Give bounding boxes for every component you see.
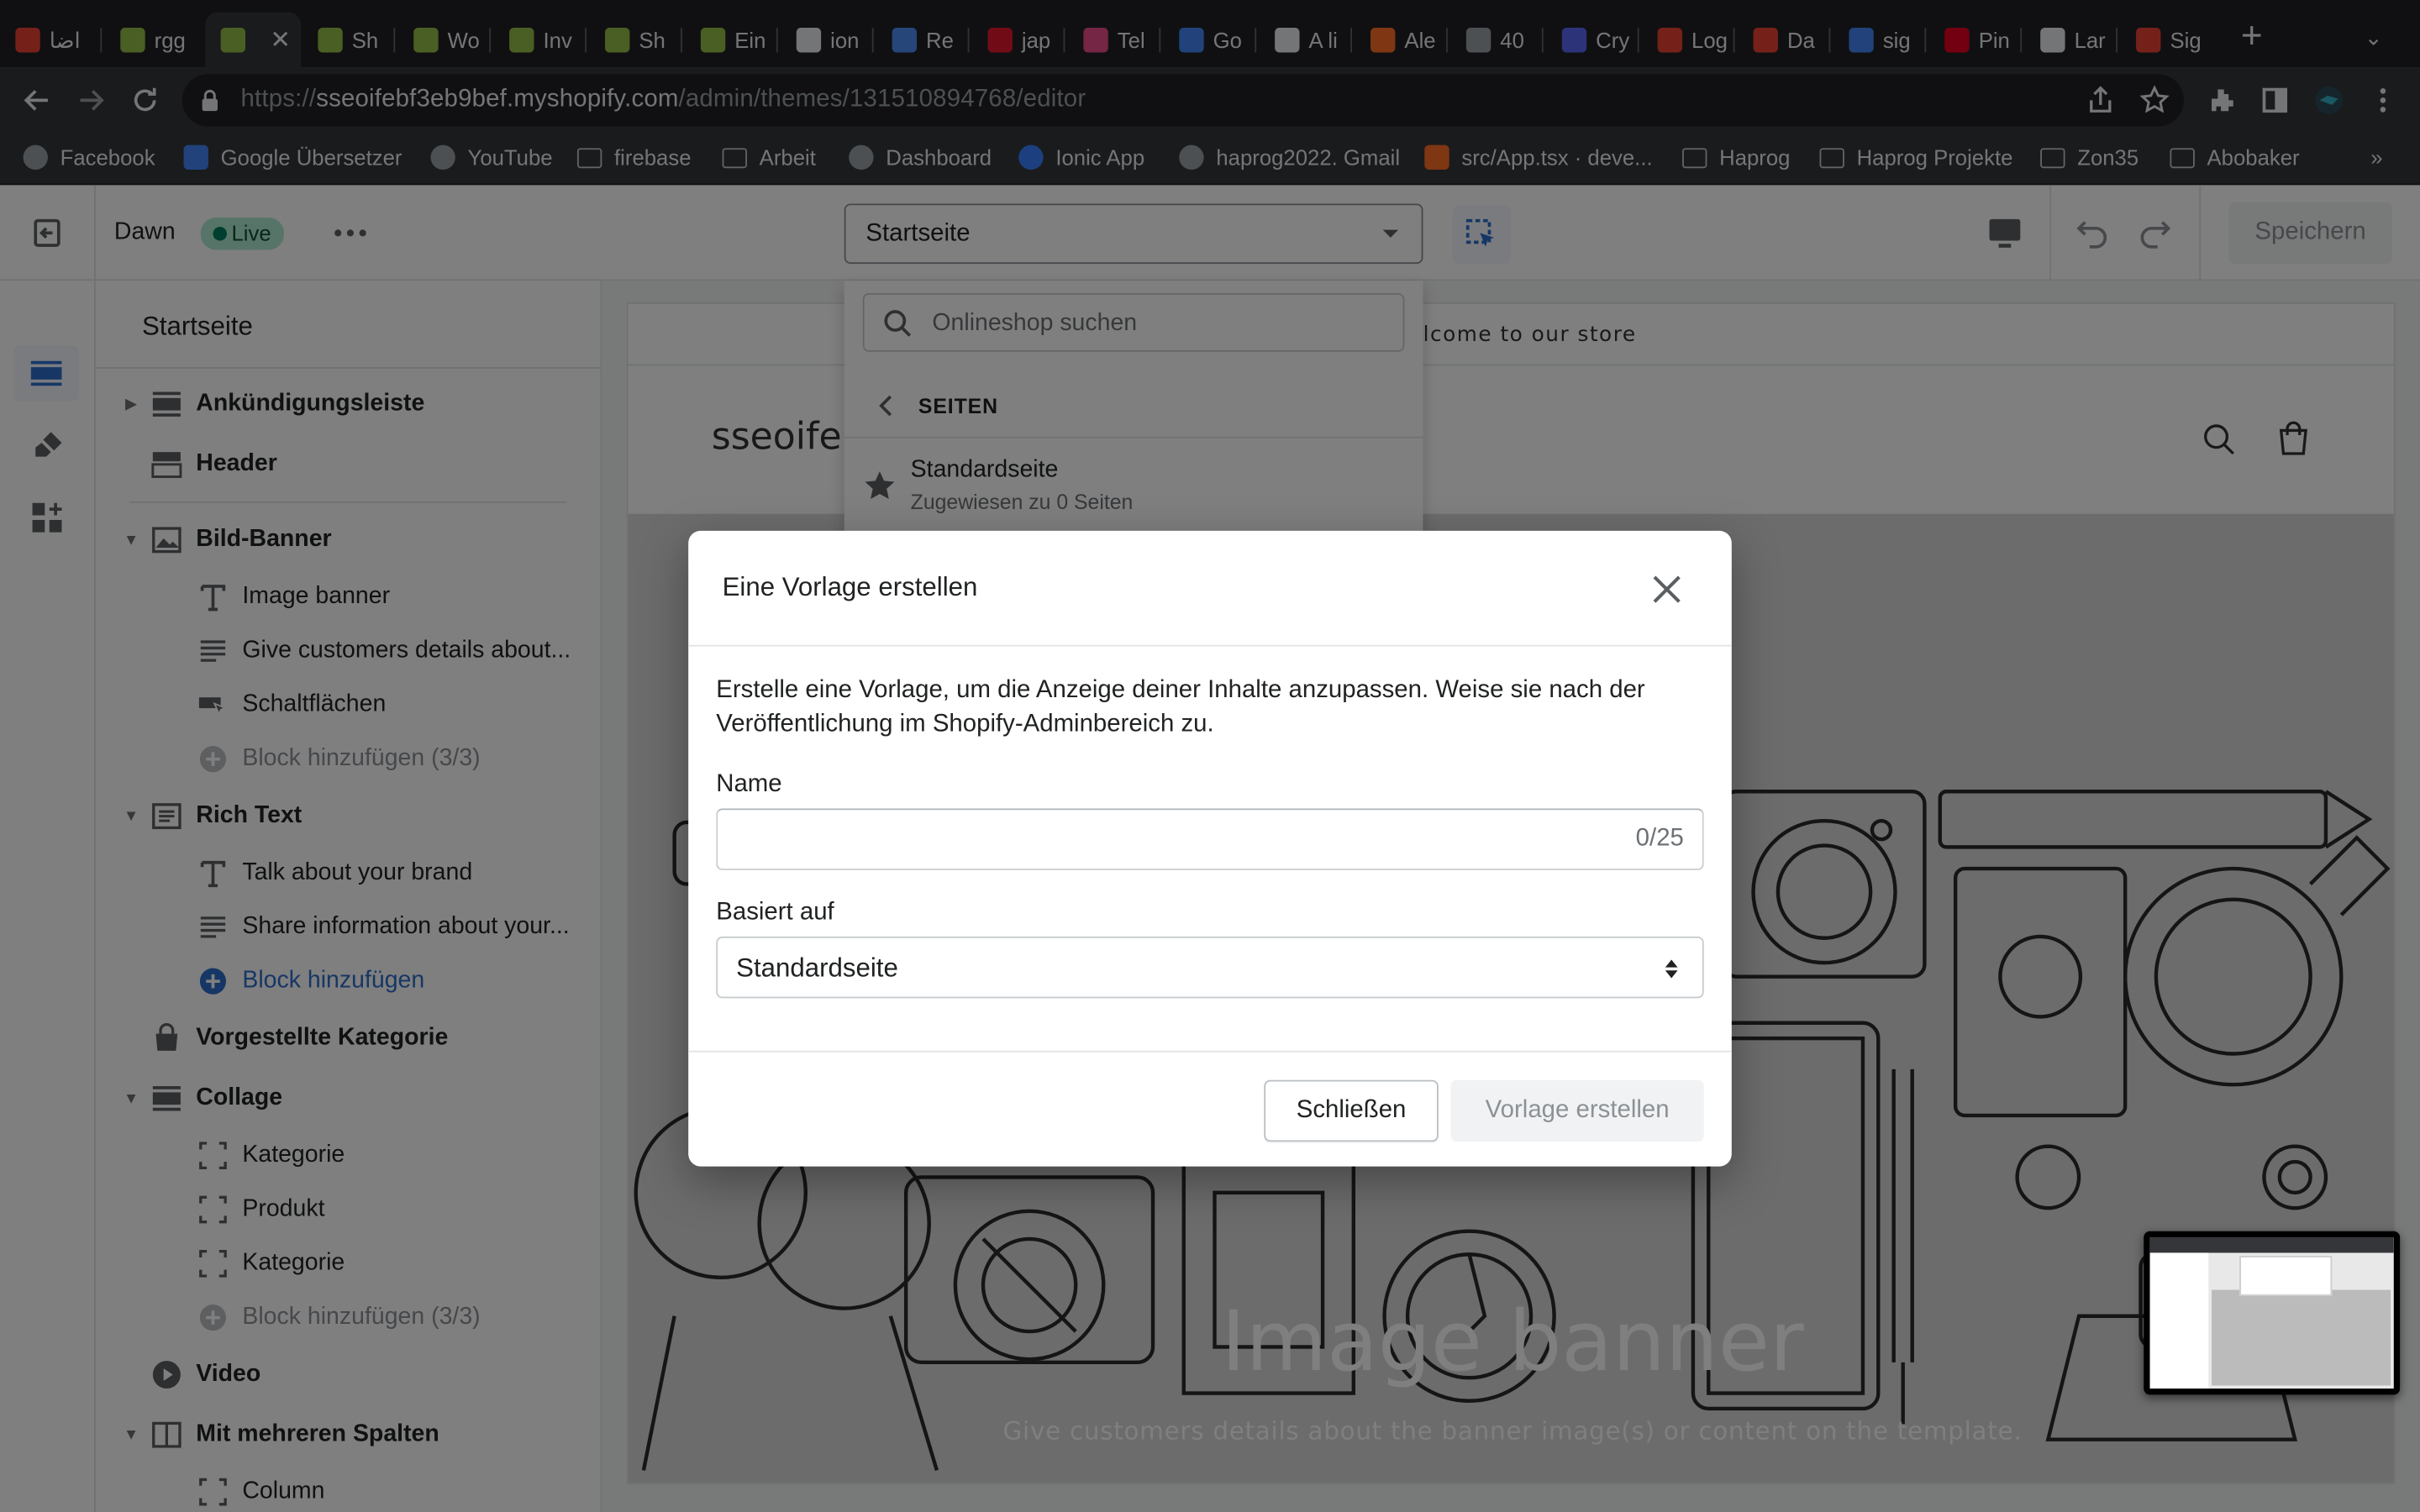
close-button[interactable]: Schließen	[1264, 1079, 1439, 1142]
create-template-button[interactable]: Vorlage erstellen	[1450, 1079, 1704, 1142]
thumbnail-chrome	[2149, 1237, 2394, 1253]
based-on-value: Standardseite	[736, 953, 898, 984]
name-field-label: Name	[716, 771, 782, 798]
name-field[interactable]: 0/25	[716, 808, 1704, 870]
screenshot-thumbnail[interactable]	[2144, 1231, 2401, 1395]
modal-header: Eine Vorlage erstellen	[688, 531, 1732, 647]
modal-description: Erstelle eine Vorlage, um die Anzeige de…	[716, 677, 1645, 738]
modal-close-button[interactable]	[1636, 562, 1697, 617]
thumbnail-banner	[2212, 1289, 2391, 1386]
select-arrows-icon	[1665, 959, 1678, 979]
modal-title: Eine Vorlage erstellen	[722, 572, 978, 602]
thumbnail-image	[2149, 1237, 2394, 1389]
modal-footer: Schließen Vorlage erstellen	[688, 1050, 1732, 1167]
thumbnail-modal	[2239, 1256, 2333, 1296]
based-on-label: Basiert auf	[716, 899, 834, 927]
thumbnail-sidebar	[2149, 1252, 2209, 1389]
close-icon	[1653, 575, 1681, 603]
name-char-counter: 0/25	[1635, 825, 1684, 852]
create-template-modal: Eine Vorlage erstellen Erstelle eine Vor…	[688, 530, 1732, 1167]
based-on-select[interactable]: Standardseite	[716, 936, 1704, 999]
